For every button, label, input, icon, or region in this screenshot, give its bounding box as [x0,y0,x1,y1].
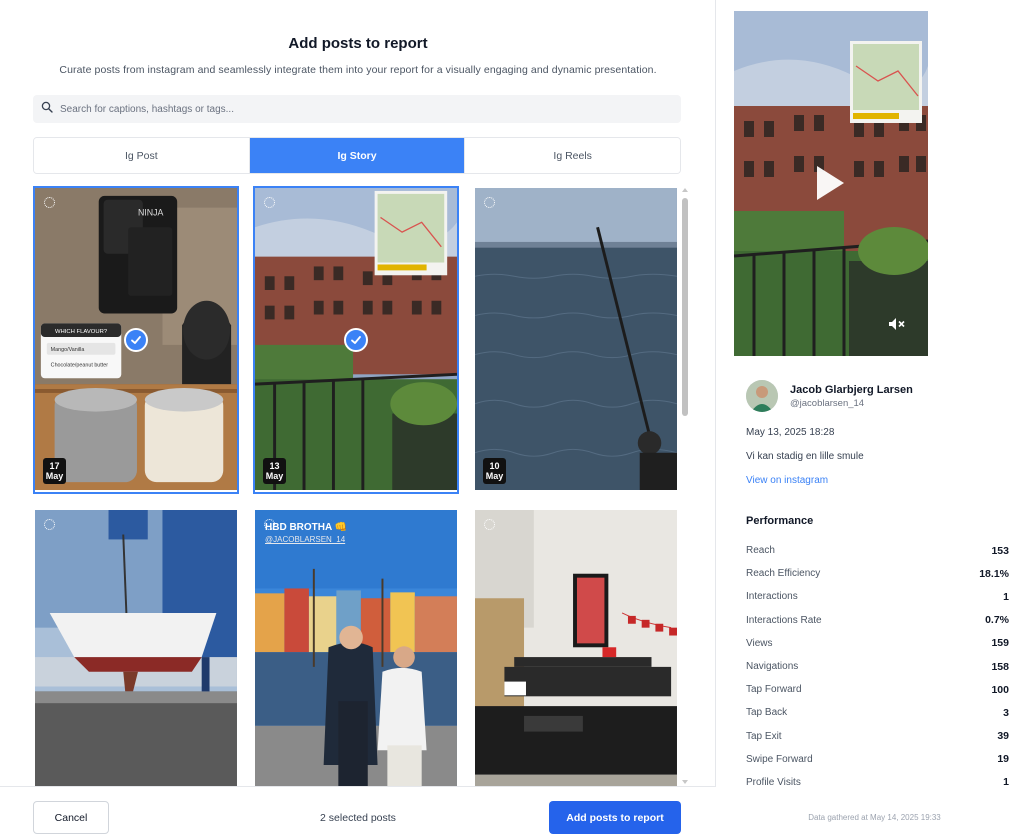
story-caption: HBD BROTHA 👊 [265,522,348,533]
post-date-badge: 17 May [43,458,66,484]
loading-icon [484,519,495,530]
loading-icon [44,197,55,208]
metric-interactions-rate: Interactions Rate 0.7% [746,614,1009,627]
post-thumbnail [475,188,677,491]
metric-views: Views 159 [746,637,1009,650]
performance-metrics: Reach 153 Reach Efficiency 18.1% Interacti… [746,539,1009,794]
post-type-tabs: Ig Post Ig Story Ig Reels [33,137,681,174]
post-detail-panel: Jacob Glarbjerg Larsen @jacoblarsen_14 M… [717,0,1032,839]
tab-ig-post[interactable]: Ig Post [34,138,249,173]
story-preview[interactable] [734,11,928,356]
story-poll-option: Mango/Vanilla [51,347,85,353]
scrollbar-thumb[interactable] [682,198,688,416]
post-date-badge: 10 May [483,458,506,484]
author-handle: @jacoblarsen_14 [790,397,865,409]
mute-icon[interactable] [888,317,906,336]
metric-reach-efficiency: Reach Efficiency 18.1% [746,567,1009,580]
view-on-instagram-link[interactable]: View on instagram [746,475,828,486]
post-card[interactable] [33,508,239,786]
svg-text:NINJA: NINJA [138,207,164,217]
page-title: Add posts to report [288,35,428,52]
post-card[interactable] [473,508,679,786]
tab-ig-reels[interactable]: Ig Reels [464,138,680,173]
story-mention: @JACOBLARSEN_14 [265,535,346,544]
post-thumbnail [475,510,677,786]
posts-picker-panel: Add posts to report Curate posts from in… [0,0,716,839]
avatar [746,380,778,412]
metric-tap-back: Tap Back 3 [746,706,1009,719]
story-poll-option: Chocolate/peanut butter [51,362,109,368]
search-icon [41,100,53,118]
post-thumbnail [35,510,237,786]
search-input[interactable] [60,103,660,115]
post-card[interactable]: 10 May [473,186,679,494]
modal-footer: Cancel 2 selected posts Add posts to rep… [0,786,716,839]
metric-navigations: Navigations 158 [746,660,1009,673]
loading-icon [484,197,495,208]
metric-swipe-forward: Swipe Forward 19 [746,753,1009,766]
search-bar [33,95,681,123]
posts-grid: NINJA WHICH FLAVOUR? Mango/Vanilla Choco… [33,186,689,786]
metric-profile-visits: Profile Visits 1 [746,776,1009,789]
post-caption: Vi kan stadig en lille smule [746,451,864,462]
scroll-down-icon[interactable] [682,780,688,784]
tab-ig-story[interactable]: Ig Story [248,138,465,173]
performance-title: Performance [746,515,814,527]
metric-interactions: Interactions 1 [746,590,1009,603]
post-date-badge: 13 May [263,458,286,484]
loading-icon [44,519,55,530]
data-gathered-note: Data gathered at May 14, 2025 19:33 [808,813,941,822]
post-card[interactable]: NINJA WHICH FLAVOUR? Mango/Vanilla Choco… [33,186,239,494]
metric-tap-forward: Tap Forward 100 [746,683,1009,696]
selected-check-icon[interactable] [344,328,368,352]
story-poll-title: WHICH FLAVOUR? [55,329,108,335]
metric-reach: Reach 153 [746,544,1009,557]
post-datetime: May 13, 2025 18:28 [746,427,835,438]
post-thumbnail [255,510,457,786]
selected-check-icon[interactable] [124,328,148,352]
add-posts-modal: Add posts to report Curate posts from in… [0,0,1032,839]
add-posts-button[interactable]: Add posts to report [549,801,681,834]
scroll-up-icon[interactable] [682,188,688,192]
post-card[interactable]: HBD BROTHA 👊 @JACOBLARSEN_14 [253,508,459,786]
metric-tap-exit: Tap Exit 39 [746,730,1009,743]
post-card[interactable]: 13 May [253,186,459,494]
author-name: Jacob Glarbjerg Larsen [790,383,913,396]
grid-scrollbar[interactable] [681,186,689,786]
author-profile: Jacob Glarbjerg Larsen @jacoblarsen_14 [746,380,913,412]
loading-icon [264,197,275,208]
page-subtitle: Curate posts from instagram and seamless… [59,64,657,76]
play-icon[interactable] [817,165,844,200]
